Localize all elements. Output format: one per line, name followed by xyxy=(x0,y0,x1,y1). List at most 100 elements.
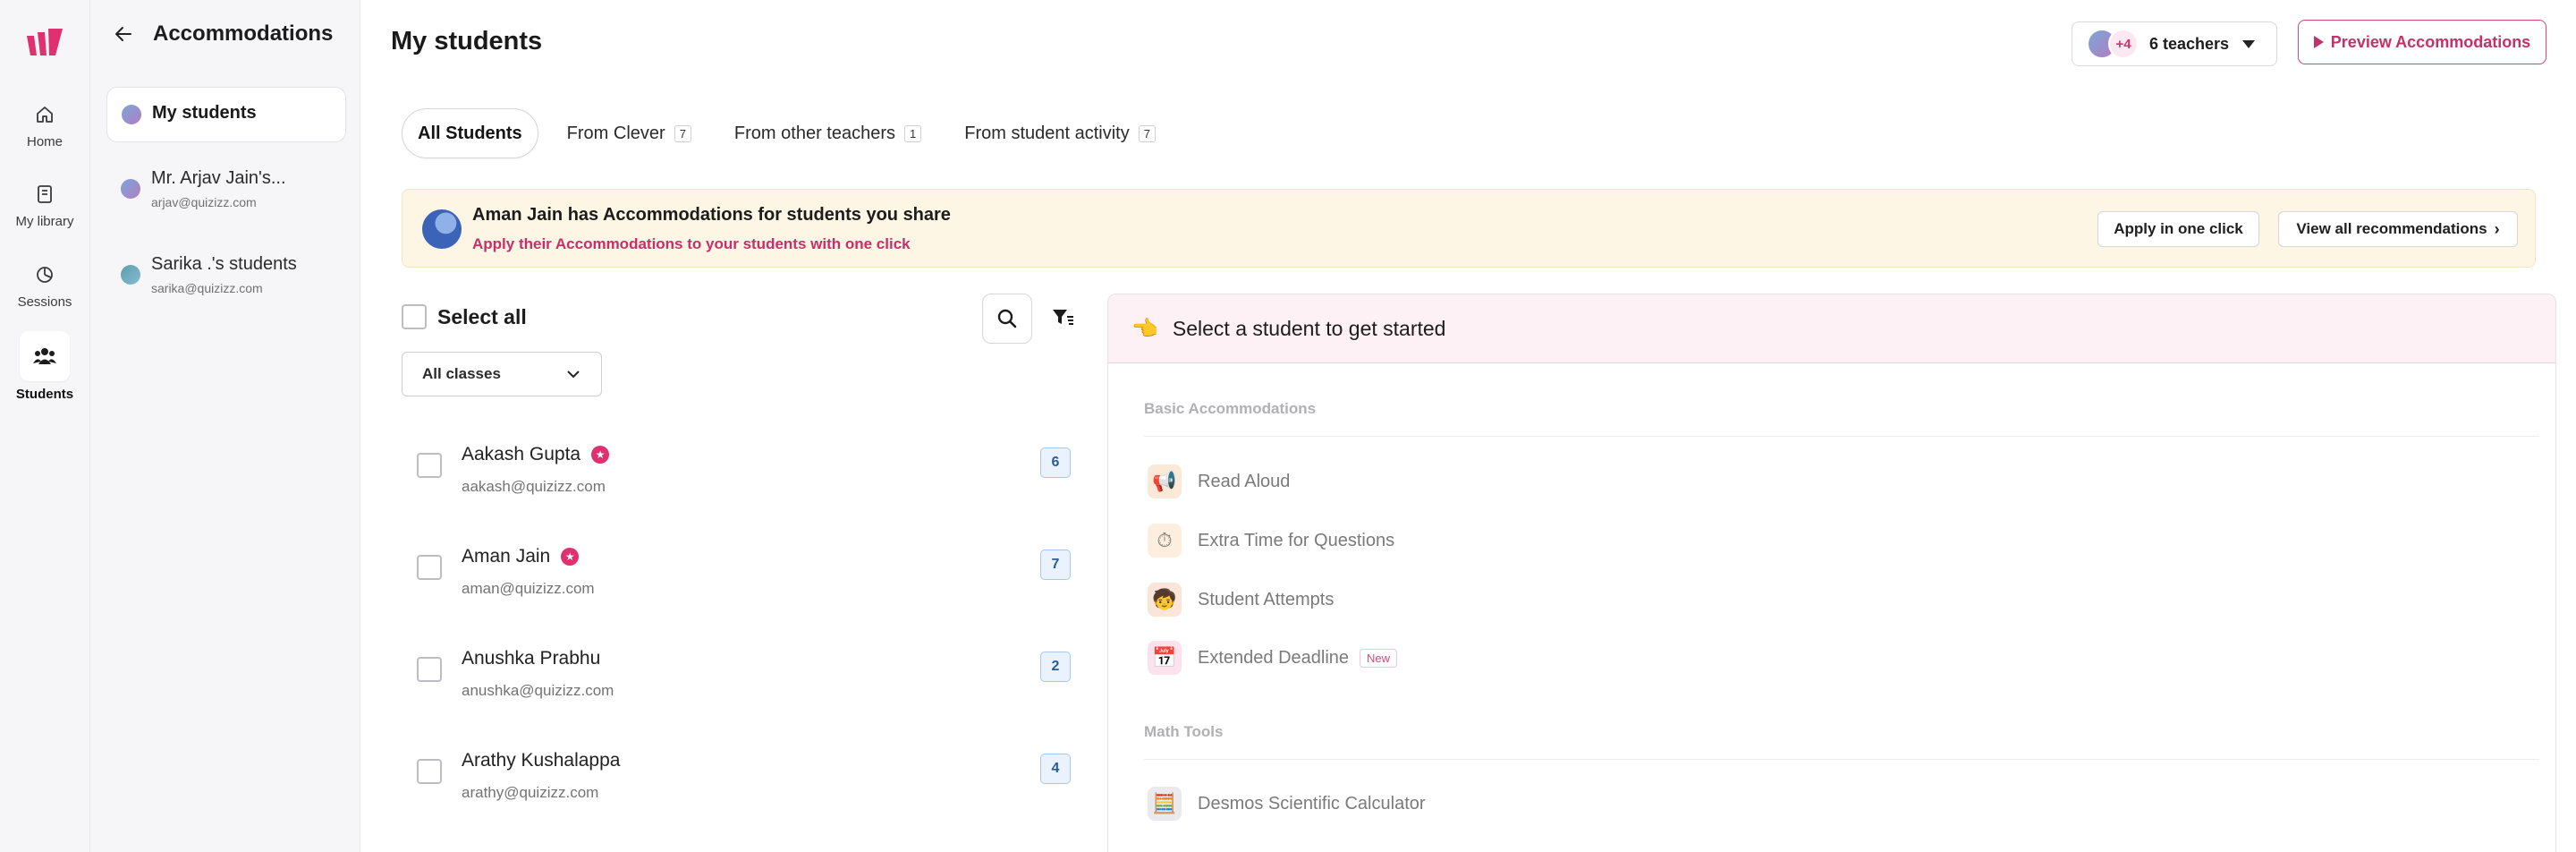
view-button-label: View all recommendations xyxy=(2296,220,2487,237)
avatar xyxy=(122,105,141,124)
rail-item-library[interactable]: My library xyxy=(0,183,89,229)
teachers-count-label: 6 teachers xyxy=(2149,34,2230,53)
student-email: aman@quizizz.com xyxy=(462,580,595,597)
accommodation-desmos-calculator: 🧮 Desmos Scientific Calculator xyxy=(1148,787,1426,821)
student-checkbox[interactable] xyxy=(417,453,442,478)
rail-item-label: Sessions xyxy=(17,294,72,310)
page-title: My students xyxy=(391,27,543,55)
tab-from-student-activity[interactable]: From student activity 7 xyxy=(964,108,1156,158)
teacher-avatars: +4 xyxy=(2087,29,2139,59)
class-filter-value: All classes xyxy=(422,365,501,382)
tab-count-badge: 7 xyxy=(674,124,691,142)
quizizz-logo-icon[interactable] xyxy=(25,27,64,57)
select-all-checkbox[interactable] xyxy=(402,304,427,329)
star-badge-icon: ★ xyxy=(591,446,610,464)
clock-icon: ⏱ xyxy=(1148,524,1182,558)
tab-all-students[interactable]: All Students xyxy=(402,108,538,158)
rail-item-label: Students xyxy=(15,387,74,402)
preview-button-label: Preview Accommodations xyxy=(2330,32,2531,51)
banner-subtitle: Apply their Accommodations to your stude… xyxy=(472,235,911,252)
student-row[interactable]: Aman Jain ★ aman@quizizz.com 7 xyxy=(402,539,1081,628)
teachers-dropdown[interactable]: +4 6 teachers xyxy=(2072,21,2277,66)
accommodation-label: Extended Deadline xyxy=(1198,647,1350,668)
home-icon xyxy=(37,106,53,123)
select-all-label: Select all xyxy=(437,304,527,328)
student-source-tabs: All Students From Clever 7 From other te… xyxy=(402,108,1199,158)
student-email: arathy@quizizz.com xyxy=(462,784,599,801)
preview-accommodations-button[interactable]: Preview Accommodations xyxy=(2298,20,2546,64)
apply-in-one-click-button[interactable]: Apply in one click xyxy=(2097,211,2259,247)
accommodation-label: Read Aloud xyxy=(1198,471,1291,491)
student-name: Aman Jain ★ xyxy=(462,546,580,567)
sidebar-title: Accommodations xyxy=(153,21,334,46)
sidebar-item-my-students[interactable]: My students xyxy=(106,87,346,142)
tab-label: From student activity xyxy=(964,123,1130,143)
accommodation-extra-time: ⏱ Extra Time for Questions xyxy=(1148,524,1394,558)
accommodation-count-badge: 4 xyxy=(1040,754,1071,784)
student-checkbox[interactable] xyxy=(417,657,442,682)
sessions-icon xyxy=(37,267,53,283)
student-email: anushka@quizizz.com xyxy=(462,682,614,699)
student-checkbox[interactable] xyxy=(417,759,442,784)
accommodations-panel: 👈 Select a student to get started Basic … xyxy=(1107,294,2556,852)
sidebar-item-label: Sarika .'s students xyxy=(151,254,297,274)
sidebar-item-label: Mr. Arjav Jain's... xyxy=(151,168,286,188)
student-name: Arathy Kushalappa xyxy=(462,750,621,771)
calendar-icon: 📅 xyxy=(1148,641,1182,675)
rail-item-students[interactable]: Students xyxy=(0,331,89,402)
avatar xyxy=(121,265,140,285)
select-all[interactable]: Select all xyxy=(402,304,527,329)
rail-item-label: Home xyxy=(26,134,63,149)
student-row[interactable]: Arathy Kushalappa arathy@quizizz.com 4 xyxy=(402,743,1081,832)
accommodation-count-badge: 6 xyxy=(1040,447,1071,478)
student-email: aakash@quizizz.com xyxy=(462,478,606,495)
star-badge-icon: ★ xyxy=(561,548,580,566)
student-row[interactable]: Anushka Prabhu anushka@quizizz.com 2 xyxy=(402,641,1081,730)
sidebar-header: Accommodations xyxy=(114,21,333,47)
accommodation-count-badge: 2 xyxy=(1040,652,1071,682)
avatar xyxy=(422,209,462,249)
rail-item-label: My library xyxy=(15,214,74,229)
sidebar-item-email: sarika@quizizz.com xyxy=(151,281,263,295)
new-badge: New xyxy=(1360,648,1398,668)
accommodation-label: Student Attempts xyxy=(1198,589,1335,609)
student-checkbox[interactable] xyxy=(417,555,442,580)
view-all-recommendations-button[interactable]: View all recommendations › xyxy=(2278,211,2518,247)
sidebar-item-sarika-students[interactable]: Sarika .'s students sarika@quizizz.com xyxy=(106,247,346,301)
student-row[interactable]: Aakash Gupta ★ aakash@quizizz.com 6 xyxy=(402,437,1081,526)
accommodation-read-aloud: 📢 Read Aloud xyxy=(1148,464,1290,498)
search-button[interactable] xyxy=(982,294,1032,344)
back-arrow-icon[interactable] xyxy=(114,24,133,44)
filter-button[interactable] xyxy=(1050,304,1075,329)
class-filter-select[interactable]: All classes xyxy=(402,352,602,396)
section-title: Math Tools xyxy=(1144,723,1224,740)
section-title: Basic Accommodations xyxy=(1144,400,1317,417)
chevron-right-icon: › xyxy=(2494,219,2500,238)
accommodation-student-attempts: 🧒 Student Attempts xyxy=(1148,583,1334,617)
tab-count-badge: 7 xyxy=(1138,124,1156,142)
tab-from-other-teachers[interactable]: From other teachers 1 xyxy=(733,108,922,158)
tab-label: From Clever xyxy=(566,123,665,143)
accommodations-sidebar: Accommodations My students Mr. Arjav Jai… xyxy=(90,0,360,852)
shared-accommodations-banner: Aman Jain has Accommodations for student… xyxy=(402,189,2536,268)
students-icon xyxy=(33,348,56,364)
filter-icon xyxy=(1053,310,1073,325)
accommodation-label: Desmos Scientific Calculator xyxy=(1198,793,1426,814)
apply-button-label: Apply in one click xyxy=(2114,220,2243,237)
section-divider xyxy=(1144,436,2539,437)
tab-label: From other teachers xyxy=(733,123,895,143)
student-icon: 🧒 xyxy=(1148,583,1182,617)
student-name-text: Aman Jain xyxy=(462,546,551,567)
avatar xyxy=(121,179,140,199)
megaphone-icon: 📢 xyxy=(1148,464,1182,498)
rail-item-sessions[interactable]: Sessions xyxy=(0,264,89,310)
panel-prompt: Select a student to get started xyxy=(1172,316,1446,340)
accommodation-label: Extra Time for Questions xyxy=(1198,530,1395,550)
rail-item-home[interactable]: Home xyxy=(0,104,89,149)
tab-from-clever[interactable]: From Clever 7 xyxy=(567,108,691,158)
sidebar-item-arjav-students[interactable]: Mr. Arjav Jain's... arjav@quizizz.com xyxy=(106,161,346,215)
student-name: Aakash Gupta ★ xyxy=(462,444,610,465)
play-icon xyxy=(2313,36,2324,48)
chevron-down-icon xyxy=(567,371,580,379)
tab-count-badge: 1 xyxy=(904,124,922,142)
